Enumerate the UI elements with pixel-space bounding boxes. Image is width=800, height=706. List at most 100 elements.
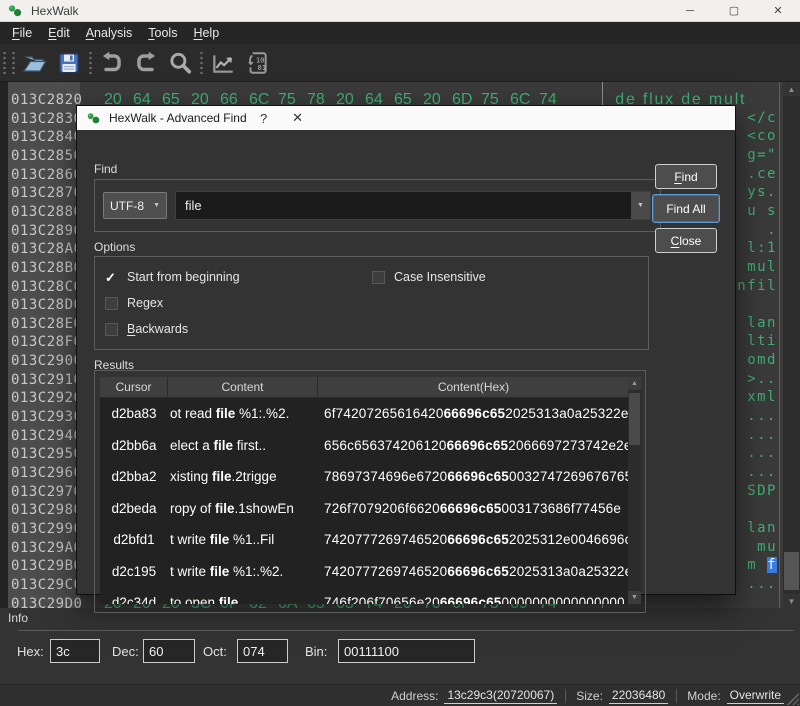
search-icon[interactable] [165,48,195,78]
search-dropdown-button[interactable]: ▼ [631,192,650,219]
ascii-fragment[interactable]: mu [735,539,777,555]
ascii-fragment[interactable]: ... [735,464,777,480]
checkbox-case-insensitive[interactable]: Case Insensitive [372,269,486,285]
minimize-button[interactable]: ─ [668,0,712,22]
find-section-label: Find [94,162,117,176]
search-combobox[interactable]: file ▼ [175,191,651,220]
checkbox-regex[interactable]: Regex [105,295,163,311]
checkbox-start-from-beginning[interactable]: ✓Start from beginning [105,269,240,285]
find-button[interactable]: Find [655,164,717,189]
ascii-fragment[interactable]: ... [735,576,777,592]
toolbar-grip[interactable] [199,52,204,74]
result-cursor: d2ba83 [100,406,168,421]
ascii-fragment[interactable]: lti [735,333,777,349]
ascii-fragment[interactable]: ... [735,445,777,461]
ascii-fragment[interactable]: SDP [735,483,777,499]
info-value-oct[interactable]: 074 [237,639,288,663]
address-cell: 013C29C0 [11,576,82,595]
column-header-content[interactable]: Content [168,377,318,397]
ascii-fragment[interactable]: lan [735,520,777,536]
result-row[interactable]: d2bba2xisting file.2trigge78697374696e67… [100,461,629,493]
ascii-fragment[interactable]: xml [735,389,777,405]
ascii-fragment[interactable]: ... [735,408,777,424]
ascii-fragment[interactable]: .ce [735,166,777,182]
scroll-down-icon[interactable]: ▼ [628,591,641,604]
dialog-body: Find UTF-8 ▼ file ▼ Find Find All Close … [77,130,735,596]
checkbox-backwards[interactable]: Backwards [105,321,188,337]
maximize-button[interactable]: ▢ [712,0,756,22]
scroll-up-icon[interactable]: ▲ [628,377,641,390]
options-frame: ✓Start from beginning Case Insensitive Reg… [94,256,649,350]
toolbar-grip[interactable] [2,52,7,74]
address-value[interactable]: 13c29c3(20720067) [444,688,557,704]
result-content: t write file %1..Fil [168,532,318,547]
menu-item-tools[interactable]: Tools [140,24,185,42]
menu-item-edit[interactable]: Edit [40,24,78,42]
scroll-down-icon[interactable]: ▼ [783,594,800,608]
result-cursor: d2c195 [100,564,168,579]
ascii-fragment[interactable]: nfil [735,278,777,294]
close-window-button[interactable]: ✕ [756,0,800,22]
info-section-label: Info [8,611,28,625]
menu-item-file[interactable]: File [4,24,40,42]
find-all-button[interactable]: Find All [652,194,720,223]
results-table: Cursor Content Content(Hex) d2ba83ot rea… [100,377,629,604]
ascii-fragment[interactable]: . [735,222,777,238]
result-content-hex: 742077726974652066696c652025313a0a25322e [318,564,629,579]
info-value-bin[interactable]: 00111100 [338,639,475,663]
editor-vertical-scrollbar[interactable]: ▲ ▼ [783,82,800,608]
address-cell: 013C2910 [11,371,82,390]
toolbar-grip[interactable] [11,52,16,74]
scrollbar-thumb[interactable] [784,552,799,590]
redo-icon[interactable] [131,48,161,78]
hexwalk-logo-icon [7,3,23,19]
size-value[interactable]: 22036480 [609,688,668,704]
close-button[interactable]: Close [655,228,717,253]
ascii-fragment[interactable]: g=" [735,147,777,163]
info-value-hex[interactable]: 3c [50,639,100,663]
encoding-select[interactable]: UTF-8 ▼ [103,192,167,219]
undo-icon[interactable] [97,48,127,78]
ascii-fragment[interactable]: m f [735,557,777,573]
result-content-hex: 726f7079206f662066696c65003173686f77456e [318,501,629,516]
dialog-help-button[interactable]: ? [247,106,281,130]
menu-item-analysis[interactable]: Analysis [78,24,141,42]
address-cell: 013C28E0 [11,315,82,334]
ascii-fragment[interactable]: omd [735,352,777,368]
result-row[interactable]: d2bfd1t write file %1..Fil74207772697465… [100,524,629,556]
mode-value[interactable]: Overwrite [727,688,784,704]
resize-grip[interactable] [787,693,799,705]
results-scrollbar[interactable]: ▲ ▼ [628,377,641,604]
column-header-cursor[interactable]: Cursor [100,377,168,397]
save-file-icon[interactable] [54,48,84,78]
ascii-fragment[interactable]: </c [735,110,777,126]
ascii-fragment[interactable]: ys. [735,184,777,200]
result-row[interactable]: d2ba83ot read file %1:.%2.6f742072656164… [100,398,629,430]
result-row[interactable]: d2c195t write file %1:.%2.74207772697465… [100,556,629,588]
column-header-content-hex[interactable]: Content(Hex) [318,377,629,397]
binary-analysis-icon[interactable]: 10 01 [242,48,272,78]
result-row[interactable]: d2bb6aelect a file first..656c6563742061… [100,430,629,462]
info-value-dec[interactable]: 60 [143,639,195,663]
charts-icon[interactable] [208,48,238,78]
dialog-title-bar: HexWalk - Advanced Find ? ✕ [77,106,735,130]
ascii-fragment[interactable]: >.. [735,371,777,387]
ascii-fragment[interactable]: mul [735,259,777,275]
ascii-fragment[interactable]: ... [735,427,777,443]
ascii-fragment[interactable]: l:1 [735,240,777,256]
address-cell: 013C29A0 [11,539,82,558]
ascii-fragment[interactable]: <co [735,128,777,144]
result-row[interactable]: d2bedaropy of file.1showEn726f7079206f66… [100,493,629,525]
result-row[interactable]: d2c34dto open file.746f206f70656e2066696… [100,587,629,604]
scrollbar-thumb[interactable] [629,393,640,445]
result-content: elect a file first.. [168,438,318,453]
dialog-close-button[interactable]: ✕ [281,106,315,130]
status-separator [676,689,677,703]
open-file-icon[interactable] [20,48,50,78]
scroll-up-icon[interactable]: ▲ [783,82,800,96]
toolbar-grip[interactable] [88,52,93,74]
address-label: Address: [391,689,438,703]
ascii-fragment[interactable]: u s [735,203,777,219]
menu-item-help[interactable]: Help [185,24,227,42]
ascii-fragment[interactable]: lan [735,315,777,331]
